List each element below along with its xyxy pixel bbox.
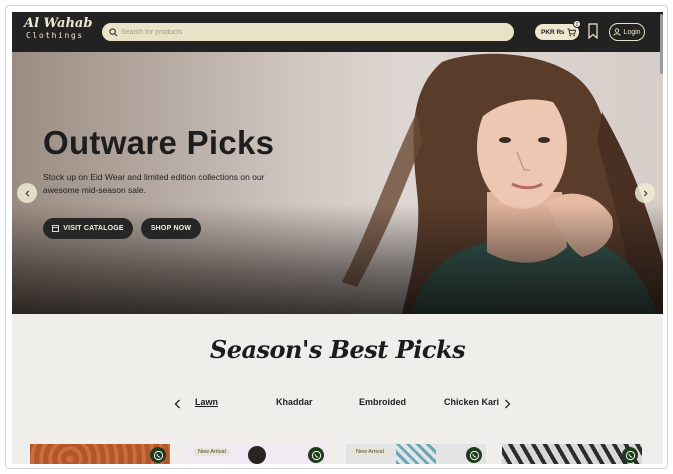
tab-khaddar[interactable]: Khaddar	[276, 397, 313, 407]
currency-label: PKR ₨	[541, 28, 565, 36]
hero-prev-button[interactable]	[17, 183, 37, 203]
bookmark-icon	[588, 23, 598, 40]
product-image	[502, 444, 642, 464]
hero-banner: Outware Picks Stock up on Eid Wear and l…	[12, 52, 663, 314]
page-viewport: Al Wahab Clothings PKR ₨ 0	[12, 12, 663, 464]
hero-description: Stock up on Eid Wear and limited edition…	[43, 172, 265, 195]
chevron-left-icon	[24, 190, 29, 196]
new-arrival-badge: New Arrival	[194, 448, 230, 456]
search-input[interactable]	[121, 28, 501, 36]
hero-title: Outware Picks	[43, 124, 275, 161]
whatsapp-button[interactable]	[150, 447, 166, 463]
product-card[interactable]: New Arrival	[188, 444, 328, 464]
tab-lawn[interactable]: Lawn	[195, 397, 218, 407]
chevron-right-icon	[505, 399, 511, 409]
whatsapp-icon	[625, 450, 635, 460]
tabs-prev-button[interactable]	[174, 396, 184, 409]
whatsapp-icon	[311, 450, 321, 460]
login-button[interactable]: Login	[609, 23, 645, 41]
page-scrollbar[interactable]	[660, 14, 663, 74]
whatsapp-icon	[153, 450, 163, 460]
wishlist-button[interactable]	[587, 23, 599, 44]
cart-button[interactable]: PKR ₨	[535, 24, 579, 40]
site-header: Al Wahab Clothings PKR ₨ 0	[12, 12, 663, 52]
whatsapp-button[interactable]	[308, 447, 324, 463]
login-label: Login	[623, 28, 641, 36]
product-grid: New Arrival New Arrival	[12, 444, 663, 464]
catalog-icon	[52, 225, 60, 232]
cart-count-badge: 0	[573, 20, 581, 28]
product-image	[248, 446, 266, 464]
tabs-next-button[interactable]	[504, 396, 514, 409]
whatsapp-button[interactable]	[466, 447, 482, 463]
whatsapp-button[interactable]	[622, 447, 638, 463]
product-card[interactable]	[30, 444, 170, 464]
whatsapp-icon	[469, 450, 479, 460]
visit-catalog-label: VISIT CATALOGE	[63, 225, 124, 232]
hero-next-button[interactable]	[635, 183, 655, 203]
user-icon	[613, 28, 622, 36]
product-image	[30, 444, 170, 464]
logo-main-text: Al Wahab	[24, 16, 93, 31]
product-card[interactable]	[502, 444, 642, 464]
new-arrival-badge: New Arrival	[352, 448, 388, 456]
product-card[interactable]: New Arrival	[346, 444, 486, 464]
search-icon	[109, 27, 118, 36]
shop-now-button[interactable]: SHOP NOW	[141, 218, 201, 239]
section-title: Season's Best Picks	[209, 335, 466, 364]
logo-sub-text: Clothings	[26, 31, 84, 40]
tab-embroided[interactable]: Embroided	[359, 397, 406, 407]
chevron-right-icon	[643, 190, 648, 196]
cart-icon	[566, 27, 576, 36]
product-image	[396, 444, 436, 464]
visit-catalog-button[interactable]: VISIT CATALOGE	[43, 218, 133, 239]
shop-now-label: SHOP NOW	[150, 225, 192, 232]
search-bar[interactable]	[102, 23, 514, 41]
browser-frame: Al Wahab Clothings PKR ₨ 0	[5, 5, 668, 469]
category-tabs: Lawn Khaddar Embroided Chicken Kari	[162, 395, 512, 411]
tab-chicken-kari[interactable]: Chicken Kari	[444, 397, 499, 407]
site-logo[interactable]: Al Wahab Clothings	[24, 16, 93, 41]
chevron-left-icon	[174, 399, 180, 409]
